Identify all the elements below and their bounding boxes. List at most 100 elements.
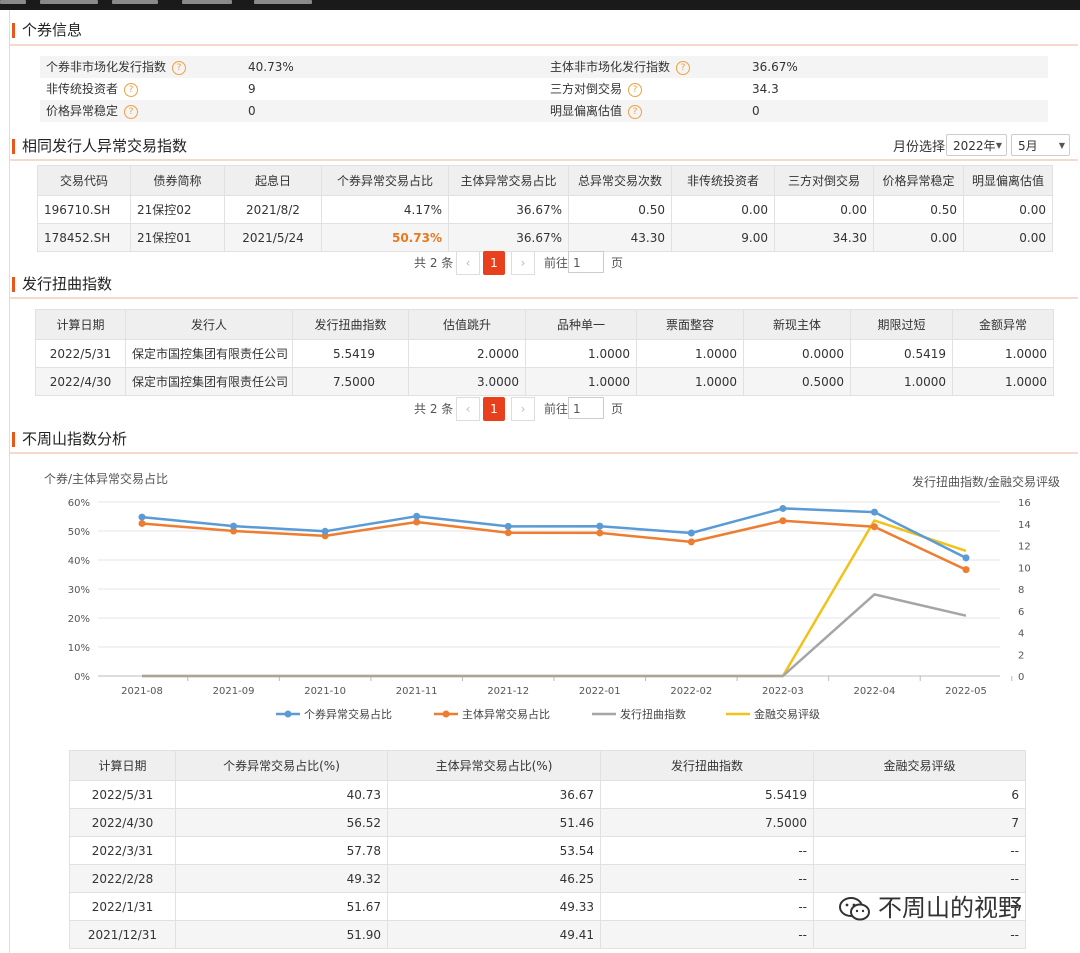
info-value: 40.73% (248, 60, 294, 74)
pagination: 共 2 条 ‹ 1 › 前往 1 页 (414, 397, 634, 421)
info-row: 非传统投资者? 9 三方对倒交易? 34.3 (40, 78, 1048, 100)
column-header[interactable]: 个券异常交易占比(%) (175, 750, 388, 781)
year-select[interactable]: 2022年 ▼ (946, 134, 1007, 156)
analysis-line-chart: 个券/主体异常交易占比 发行扭曲指数/金融交易评级 0% 10% 20% 30% 40%… (44, 471, 1060, 721)
section-title-issuer-distortion: 发行扭曲指数 (12, 273, 112, 295)
top-menu-item[interactable] (254, 0, 312, 4)
column-header[interactable]: 发行扭曲指数 (600, 750, 814, 781)
help-icon[interactable]: ? (124, 104, 139, 119)
goto-page-input[interactable]: 1 (568, 251, 604, 273)
column-header[interactable]: 明显偏离估值 (963, 165, 1053, 196)
table-row[interactable]: 178452.SH 21保控01 2021/5/24 50.73% 36.67%… (37, 223, 1053, 252)
table-cell: -- (813, 920, 1026, 949)
column-header[interactable]: 起息日 (224, 165, 322, 196)
month-select[interactable]: 5月 ▼ (1011, 134, 1070, 156)
help-icon[interactable]: ? (172, 60, 187, 75)
x-tick-label: 2022-02 (670, 686, 712, 697)
column-header[interactable]: 总异常交易次数 (568, 165, 672, 196)
table-cell: 1.0000 (636, 367, 744, 396)
table-cell: 49.32 (175, 864, 388, 893)
page-unit-label: 页 (611, 402, 624, 416)
data-point (870, 523, 878, 531)
column-header[interactable]: 期限过短 (850, 309, 953, 340)
y-tick-label-left: 50% (68, 527, 90, 538)
next-page-button[interactable]: › (511, 397, 535, 421)
table-cell: 34.30 (774, 223, 874, 252)
help-icon[interactable]: ? (628, 82, 643, 97)
top-menu-item[interactable] (112, 0, 158, 4)
column-header[interactable]: 估值跳升 (408, 309, 526, 340)
legend-label: 主体异常交易占比 (462, 707, 550, 721)
column-header[interactable]: 个券异常交易占比 (321, 165, 449, 196)
goto-page-input[interactable]: 1 (568, 397, 604, 419)
legend-marker (284, 710, 292, 718)
table-row[interactable]: 2021/12/31 51.90 49.41 -- -- (69, 920, 1026, 949)
table-row[interactable]: 2022/5/31 40.73 36.67 5.5419 6 (69, 780, 1026, 809)
column-header[interactable]: 发行人 (125, 309, 293, 340)
top-menu-item[interactable] (0, 0, 26, 4)
column-header[interactable]: 品种单一 (525, 309, 637, 340)
data-point (687, 529, 695, 537)
column-header[interactable]: 主体异常交易占比(%) (387, 750, 601, 781)
table-cell: 2022/4/30 (69, 808, 176, 837)
column-header[interactable]: 非传统投资者 (671, 165, 775, 196)
column-header[interactable]: 价格异常稳定 (873, 165, 964, 196)
x-tick-label: 2022-01 (579, 686, 621, 697)
y-tick-label-left: 60% (68, 498, 90, 509)
column-header[interactable]: 金额异常 (952, 309, 1054, 340)
table-row[interactable]: 2022/4/30 56.52 51.46 7.5000 7 (69, 808, 1026, 837)
column-header[interactable]: 三方对倒交易 (774, 165, 874, 196)
chevron-down-icon: ▼ (995, 141, 1002, 150)
table-row[interactable]: 2022/4/30 保定市国控集团有限责任公司 7.5000 3.0000 1.… (35, 367, 1054, 396)
table-row[interactable]: 2022/3/31 57.78 53.54 -- -- (69, 836, 1026, 865)
table-cell: 3.0000 (408, 367, 526, 396)
pagination-total: 共 2 条 (414, 256, 454, 270)
top-menu-item[interactable] (182, 0, 232, 4)
section-divider (10, 159, 1078, 161)
next-page-button[interactable]: › (511, 251, 535, 275)
current-page-button[interactable]: 1 (483, 397, 505, 421)
y-tick-label-right: 2 (1018, 650, 1024, 661)
column-header[interactable]: 计算日期 (35, 309, 126, 340)
table-cell: 43.30 (568, 223, 672, 252)
column-header[interactable]: 新现主体 (743, 309, 851, 340)
top-menu-item[interactable] (40, 0, 98, 4)
table-cell: 保定市国控集团有限责任公司 (125, 339, 293, 368)
table-cell: 46.25 (387, 864, 601, 893)
y-tick-label-right: 0 (1018, 672, 1024, 683)
table-header-row: 交易代码 债券简称 起息日 个券异常交易占比 主体异常交易占比 总异常交易次数 … (37, 165, 1053, 196)
series-line (142, 519, 967, 678)
column-header[interactable]: 发行扭曲指数 (292, 309, 409, 340)
prev-page-button[interactable]: ‹ (456, 397, 480, 421)
column-header[interactable]: 金融交易评级 (813, 750, 1026, 781)
info-row: 价格异常稳定? 0 明显偏离估值? 0 (40, 100, 1048, 122)
data-point (138, 513, 146, 521)
data-point (321, 527, 329, 535)
left-axis-label: 个券/主体异常交易占比 (44, 471, 168, 486)
help-icon[interactable]: ? (628, 104, 643, 119)
legend-label: 发行扭曲指数 (620, 707, 686, 721)
table-cell: 2021/8/2 (224, 195, 322, 224)
column-header[interactable]: 主体异常交易占比 (448, 165, 569, 196)
current-page-button[interactable]: 1 (483, 251, 505, 275)
column-header[interactable]: 债券简称 (130, 165, 225, 196)
column-header[interactable]: 交易代码 (37, 165, 131, 196)
data-point (962, 554, 970, 562)
table-cell: 21保控02 (130, 195, 225, 224)
right-axis-label: 发行扭曲指数/金融交易评级 (912, 474, 1060, 489)
column-header[interactable]: 票面整容 (636, 309, 744, 340)
table-header-row: 计算日期 发行人 发行扭曲指数 估值跳升 品种单一 票面整容 新现主体 期限过短… (35, 309, 1054, 340)
table-row[interactable]: 196710.SH 21保控02 2021/8/2 4.17% 36.67% 0… (37, 195, 1053, 224)
help-icon[interactable]: ? (676, 60, 691, 75)
table-cell: 57.78 (175, 836, 388, 865)
table-row[interactable]: 2022/5/31 保定市国控集团有限责任公司 5.5419 2.0000 1.… (35, 339, 1054, 368)
table-cell: 56.52 (175, 808, 388, 837)
prev-page-button[interactable]: ‹ (456, 251, 480, 275)
table-cell: 2022/2/28 (69, 864, 176, 893)
table-cell: 1.0000 (952, 367, 1054, 396)
info-label: 主体非市场化发行指数 (550, 60, 671, 74)
help-icon[interactable]: ? (124, 82, 139, 97)
column-header[interactable]: 计算日期 (69, 750, 176, 781)
chevron-down-icon: ▼ (1058, 141, 1065, 150)
y-tick-label-left: 10% (68, 643, 90, 654)
